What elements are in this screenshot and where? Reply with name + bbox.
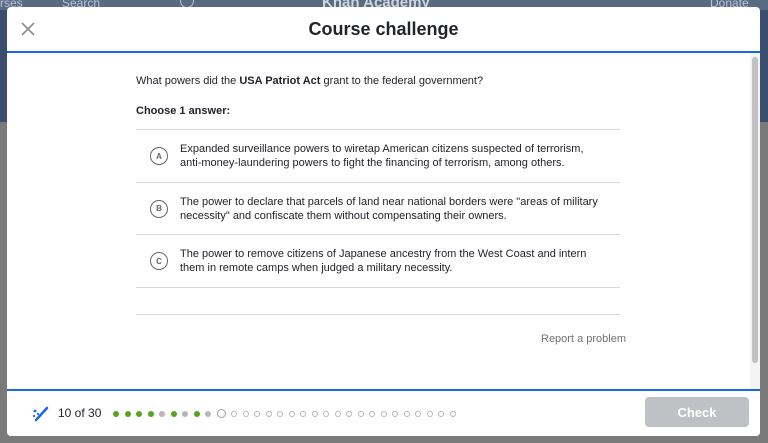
progress-dot-6 (170, 410, 177, 417)
progress-dot-3 (136, 410, 142, 417)
choice-text-c: The power to remove citizens of Japanese… (180, 248, 587, 274)
question-text: What powers did the USA Patriot Act gran… (136, 75, 483, 87)
progress-label: 10 of 30 (58, 406, 102, 420)
choice-a[interactable]: A Expanded surveillance powers to wireta… (136, 130, 620, 183)
progress-dot-8 (193, 410, 200, 417)
progress-dot-12 (242, 410, 249, 417)
choice-letter-a: A (150, 147, 168, 165)
progress-dot-25 (392, 410, 398, 417)
progress-dot-21 (346, 410, 352, 417)
report-problem-link[interactable]: Report a problem (541, 333, 626, 345)
progress-dot-9 (205, 410, 211, 417)
progress-dot-27 (415, 410, 421, 417)
choice-text-b: The power to declare that parcels of lan… (180, 195, 598, 222)
progress-dot-23 (369, 410, 375, 417)
progress-dot-19 (323, 410, 329, 417)
progress-dot-11 (231, 410, 237, 417)
progress-dot-24 (380, 410, 387, 417)
choice-letter-c: C (150, 252, 168, 270)
progress-dot-30 (449, 410, 456, 417)
choice-c[interactable]: C The power to remove citizens of Japane… (136, 235, 620, 288)
progress-dot-14 (265, 410, 272, 417)
modal-header: Course challenge (7, 7, 760, 52)
check-button[interactable]: Check (645, 397, 749, 427)
progress-dot-29 (438, 410, 444, 417)
question-prefix: What powers did the (136, 75, 240, 87)
progress-dot-1 (113, 410, 119, 417)
content-divider (136, 314, 620, 315)
progress-dot-26 (403, 410, 410, 417)
question-suffix: grant to the federal government? (320, 75, 484, 87)
choice-b[interactable]: B The power to declare that parcels of l… (136, 183, 620, 235)
progress-dot-10 (216, 409, 226, 418)
scrollbar-thumb[interactable] (752, 57, 758, 363)
progress-dot-2 (124, 410, 131, 417)
progress-dot-5 (159, 410, 165, 417)
progress-dot-16 (288, 410, 295, 417)
progress-dot-15 (277, 410, 283, 417)
choice-text-a: Expanded surveillance powers to wiretap … (180, 143, 584, 169)
progress-dot-22 (357, 410, 364, 417)
progress-dot-17 (300, 410, 306, 417)
modal-footer: 10 of 30 Check (7, 389, 760, 436)
question-bold: USA Patriot Act (239, 75, 321, 87)
pencil-sparkle-icon (31, 404, 51, 424)
close-icon[interactable] (19, 20, 37, 38)
progress-dot-28 (426, 410, 433, 417)
progress-dots (113, 409, 461, 418)
choice-letter-b: B (150, 199, 168, 218)
progress-dot-18 (311, 410, 318, 417)
modal-title: Course challenge (308, 18, 459, 39)
progress-dot-20 (334, 410, 341, 417)
question-area: What powers did the USA Patriot Act gran… (7, 53, 760, 389)
course-challenge-modal: Course challenge What powers did the USA… (7, 7, 760, 436)
answer-choices: A Expanded surveillance powers to wireta… (136, 129, 620, 288)
progress-dot-4 (147, 410, 154, 417)
progress-dot-13 (254, 410, 260, 417)
choose-instruction: Choose 1 answer: (136, 105, 231, 117)
progress-dot-7 (182, 410, 188, 417)
